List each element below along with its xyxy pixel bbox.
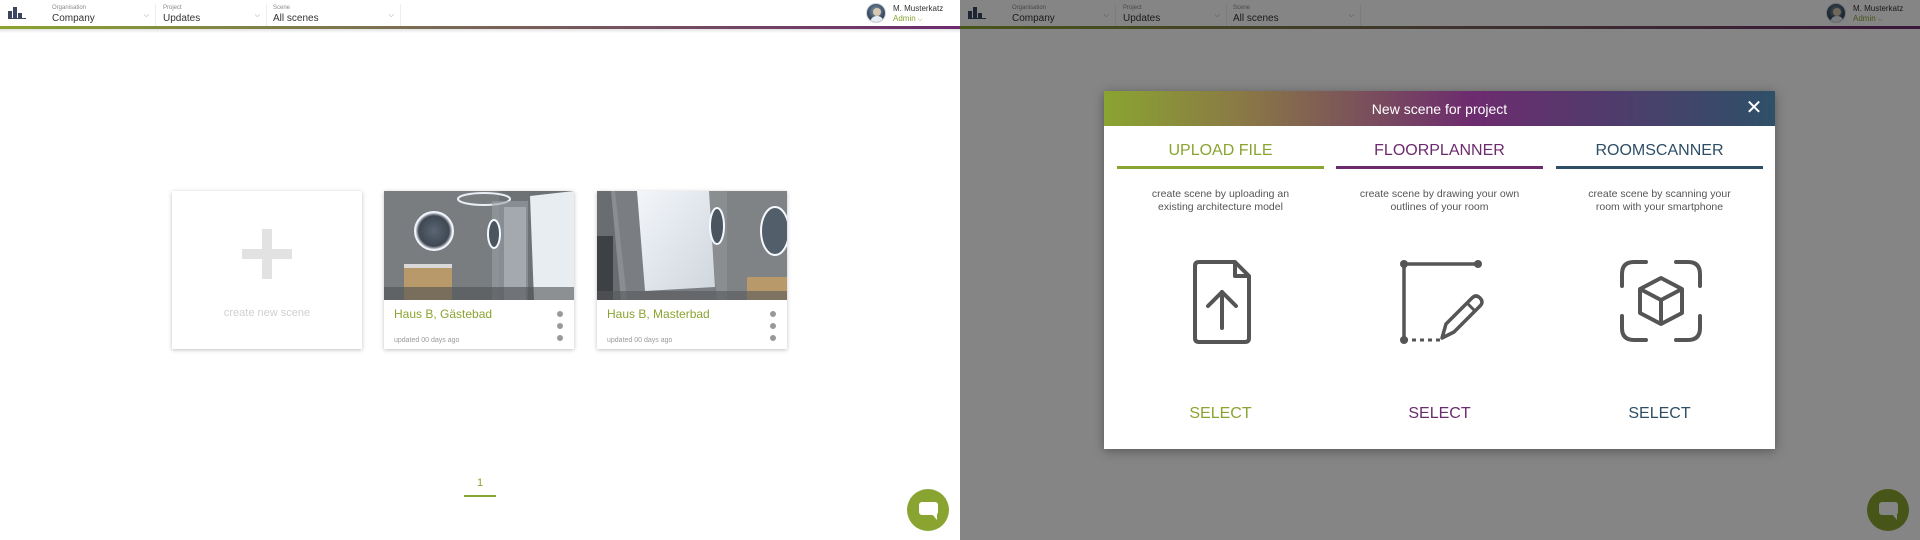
option-roomscanner: ROOMSCANNER create scene by scanning you… xyxy=(1556,126,1763,449)
project-value: Updates xyxy=(163,13,201,24)
create-scene-card[interactable]: create new scene xyxy=(172,191,362,349)
scene-value: All scenes xyxy=(273,13,319,24)
scene-selector[interactable]: Scene All scenes ⌵ xyxy=(273,4,401,26)
user-role-label: Admin xyxy=(893,14,916,23)
scene-card[interactable]: Haus B, Gästebad updated 00 days ago xyxy=(384,191,574,349)
kebab-menu-icon[interactable] xyxy=(556,311,564,341)
floorplan-pencil-icon[interactable] xyxy=(1396,256,1486,346)
top-bar: Organisation Company ⌵ Project Updates ⌵… xyxy=(0,0,960,26)
upload-file-icon[interactable] xyxy=(1177,256,1267,346)
select-upload-file-button[interactable]: SELECT xyxy=(1117,405,1324,423)
scene-overview-pane: Organisation Company ⌵ Project Updates ⌵… xyxy=(0,0,960,540)
scene-title[interactable]: Haus B, Gästebad xyxy=(394,307,492,321)
header-shadow xyxy=(0,29,960,33)
scene-caption: Scene xyxy=(273,5,291,11)
scene-updated: updated 00 days ago xyxy=(394,337,460,344)
avatar[interactable] xyxy=(866,3,886,23)
tab-underline xyxy=(1556,166,1763,169)
chat-button[interactable] xyxy=(907,489,949,531)
tab-floorplanner[interactable]: FLOORPLANNER xyxy=(1336,142,1543,160)
create-scene-label: create new scene xyxy=(223,307,311,319)
project-caption: Project xyxy=(163,5,182,11)
select-roomscanner-button[interactable]: SELECT xyxy=(1556,405,1763,423)
pagination-page[interactable]: 1 xyxy=(464,477,496,489)
chevron-down-icon: ⌵ xyxy=(388,12,394,19)
organisation-caption: Organisation xyxy=(52,5,87,11)
option-description: create scene by uploading an existing ar… xyxy=(1151,188,1290,213)
user-menu[interactable]: M. Musterkatz Admin ⌵ xyxy=(866,2,958,24)
scene-thumbnail[interactable] xyxy=(384,191,574,300)
option-upload-file: UPLOAD FILE create scene by uploading an… xyxy=(1117,126,1324,449)
project-selector[interactable]: Project Updates ⌵ xyxy=(163,4,267,26)
kebab-menu-icon[interactable] xyxy=(769,311,777,341)
cube-scan-icon[interactable] xyxy=(1616,256,1706,346)
scene-updated: updated 00 days ago xyxy=(607,337,673,344)
user-role[interactable]: Admin ⌵ xyxy=(893,14,922,24)
tab-underline xyxy=(1117,166,1324,169)
tab-underline xyxy=(1336,166,1543,169)
chevron-down-icon: ⌵ xyxy=(254,12,260,19)
option-description: create scene by drawing your own outline… xyxy=(1359,188,1520,213)
plus-icon xyxy=(242,229,292,279)
scene-title[interactable]: Haus B, Masterbad xyxy=(607,307,710,321)
dialog-header: New scene for project ✕ xyxy=(1104,91,1775,126)
pagination-active-indicator xyxy=(464,495,496,497)
new-scene-pane: Organisation Company ⌵ Project Updates ⌵… xyxy=(960,0,1920,540)
option-description: create scene by scanning your room with … xyxy=(1588,188,1731,213)
option-floorplanner: FLOORPLANNER create scene by drawing you… xyxy=(1336,126,1543,449)
tab-upload-file[interactable]: UPLOAD FILE xyxy=(1117,142,1324,160)
tab-roomscanner[interactable]: ROOMSCANNER xyxy=(1556,142,1763,160)
organisation-value: Company xyxy=(52,13,95,24)
scene-card[interactable]: Haus B, Masterbad updated 00 days ago xyxy=(597,191,787,349)
chevron-down-icon: ⌵ xyxy=(917,17,923,23)
scene-thumbnail[interactable] xyxy=(597,191,787,300)
chevron-down-icon: ⌵ xyxy=(143,12,149,19)
new-scene-dialog: New scene for project ✕ UPLOAD FILE crea… xyxy=(1104,91,1775,449)
select-floorplanner-button[interactable]: SELECT xyxy=(1336,405,1543,423)
organisation-selector[interactable]: Organisation Company ⌵ xyxy=(52,4,156,26)
dialog-title: New scene for project xyxy=(1371,101,1508,117)
close-icon[interactable]: ✕ xyxy=(1743,96,1765,120)
logo-icon[interactable] xyxy=(8,7,26,19)
user-name: M. Musterkatz xyxy=(893,4,944,13)
